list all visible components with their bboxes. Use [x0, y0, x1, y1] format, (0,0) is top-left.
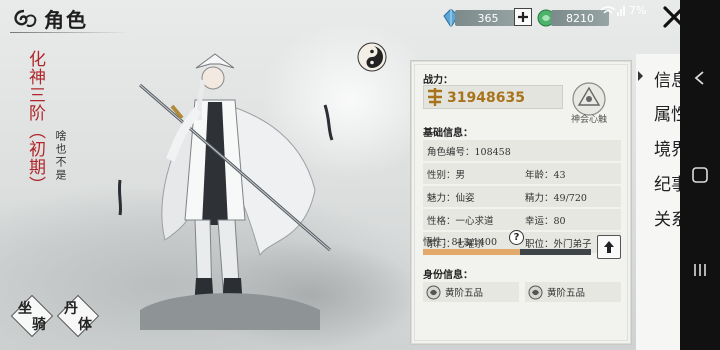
cultivation-rank: 化神三阶（初期） — [25, 50, 45, 194]
top-bar: 角色 365 8210 7% — [0, 0, 720, 36]
identity-info-label: 身份信息： — [423, 270, 473, 281]
pill-body-button[interactable]: 丹 体 — [56, 294, 100, 338]
cloud-swirl-icon — [14, 9, 37, 27]
position-field: 职位：外门弟子 — [525, 238, 592, 250]
title-underline — [10, 32, 130, 33]
title-area: 角色 — [10, 4, 88, 33]
identity-badge[interactable]: 黄阶五品 — [423, 282, 519, 302]
menu-item-chronicle[interactable]: 纪事 — [640, 166, 688, 195]
info-row: 角色编号：108458 — [423, 140, 621, 161]
help-icon[interactable]: ? — [509, 230, 524, 245]
pill-label-1: 丹 — [64, 301, 78, 317]
energy-field: 精力：49/720 — [525, 192, 587, 204]
info-row: 性别：男 年龄：43 — [423, 163, 621, 184]
arrow-up-icon — [604, 241, 614, 253]
mount-label-1: 坐 — [18, 301, 32, 317]
identity-emblem-icon — [528, 285, 543, 299]
character-id: 角色编号：108458 — [427, 146, 511, 158]
plus-icon — [518, 12, 528, 22]
identity-badges: 黄阶五品 黄阶五品 — [423, 282, 621, 302]
character-portrait — [117, 53, 334, 330]
menu-item-info[interactable]: 信息 — [638, 62, 688, 91]
menu-item-realm[interactable]: 境界 — [640, 131, 688, 160]
system-navigation-bar — [680, 0, 720, 350]
power-label: 战力： — [423, 75, 453, 86]
wifi-signal-icon — [600, 5, 625, 16]
recent-apps-icon[interactable] — [690, 262, 710, 278]
back-icon[interactable] — [690, 70, 710, 86]
identity-badge[interactable]: 黄阶五品 — [525, 282, 621, 302]
personality-field: 性格：一心求道 — [427, 215, 494, 227]
info-row: 魅力：仙姿 精力：49/720 — [423, 186, 621, 207]
comprehension-progress-bar — [423, 249, 591, 255]
home-icon[interactable] — [690, 165, 710, 185]
add-currency-button[interactable] — [514, 8, 532, 26]
power-value: 31948635 — [447, 90, 525, 106]
identity-badge-label: 黄阶五品 — [547, 288, 586, 299]
spirit-stone-currency: 8210 — [537, 9, 609, 27]
upgrade-button[interactable] — [597, 235, 621, 259]
basic-info-label: 基础信息： — [423, 128, 473, 139]
page-title: 角色 — [44, 8, 88, 32]
identity-badge-label: 黄阶五品 — [445, 288, 484, 299]
info-row: 性格：一心求道 幸运：80 — [423, 209, 621, 230]
yin-yang-icon[interactable] — [357, 42, 387, 72]
identity-emblem-icon — [426, 285, 441, 299]
seal-label: 神会心触 — [570, 115, 607, 125]
mount-label-2: 骑 — [32, 317, 46, 333]
age-field: 年龄：43 — [525, 169, 566, 181]
jade-currency: 365 — [443, 9, 521, 27]
character-motto: 啥也不是 — [54, 130, 67, 182]
pill-label-2: 体 — [78, 317, 92, 333]
side-menu: 信息 属性 境界 纪事 关系 — [636, 54, 688, 350]
power-emblem-icon — [428, 88, 442, 106]
menu-item-relations[interactable]: 关系 — [640, 201, 688, 230]
device-status: 7% — [600, 4, 646, 17]
charm-field: 魅力：仙姿 — [427, 192, 475, 204]
battery-percent: 7% — [629, 4, 647, 17]
gender-field: 性别：男 — [427, 169, 466, 181]
luck-field: 幸运：80 — [525, 215, 566, 227]
comprehension-progress-fill — [423, 249, 521, 255]
mount-button[interactable]: 坐 骑 — [10, 294, 54, 338]
info-panel: 战力： 31948635 神会心触 基础信息： 角色编号：108458 性别：男… — [410, 60, 632, 345]
menu-item-attributes[interactable]: 属性 — [640, 96, 688, 125]
comprehension-label: 悟性：813/1400 — [423, 237, 498, 248]
jade-amount: 365 — [455, 10, 521, 26]
